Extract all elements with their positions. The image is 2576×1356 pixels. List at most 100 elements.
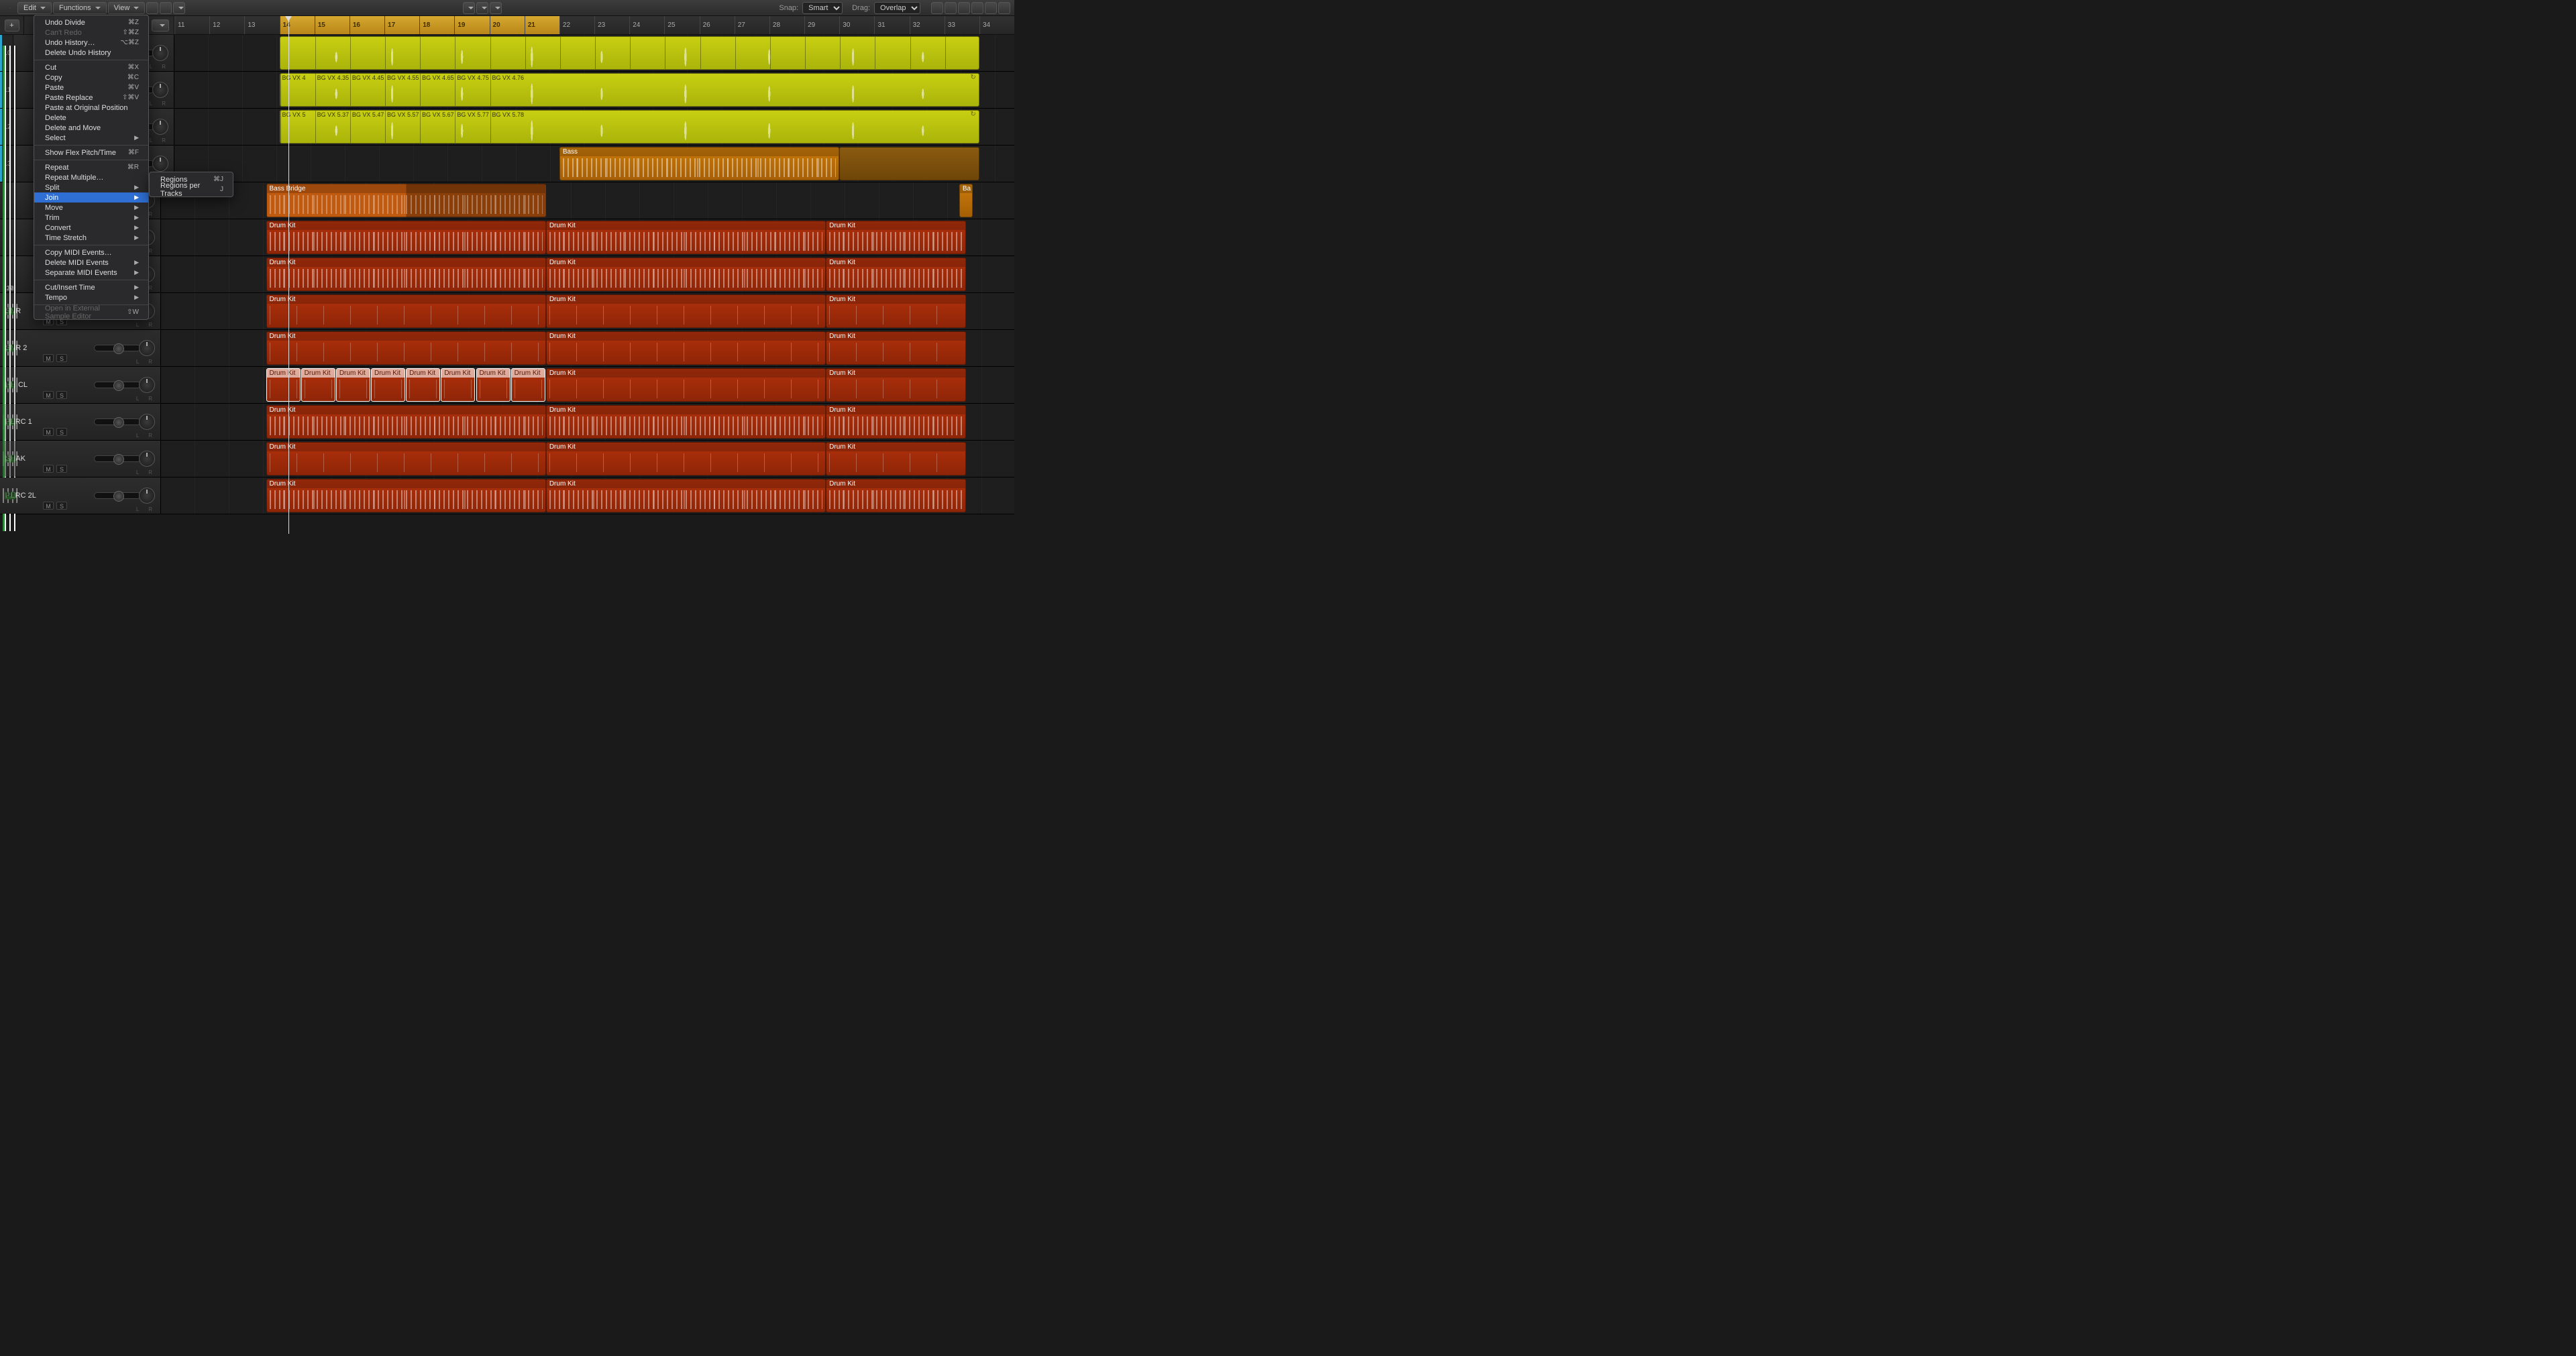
- menu-item[interactable]: Undo History…⌥⌘Z: [34, 38, 148, 48]
- region[interactable]: Drum Kit: [826, 258, 966, 291]
- region[interactable]: Drum Kit: [546, 442, 826, 475]
- menu-item[interactable]: Select▶: [34, 133, 148, 143]
- solo-button[interactable]: S: [56, 465, 67, 473]
- region[interactable]: Drum Kit: [301, 368, 335, 402]
- region-segment[interactable]: BG VX 5.47: [350, 111, 385, 143]
- volume-slider[interactable]: [94, 382, 141, 388]
- region[interactable]: Drum Kit: [546, 405, 826, 439]
- pan-knob[interactable]: [139, 414, 155, 430]
- region[interactable]: Drum Kit: [266, 479, 546, 512]
- ruler-bar-29[interactable]: 29: [804, 16, 839, 34]
- region[interactable]: Drum Kit: [826, 479, 966, 512]
- mute-button[interactable]: M: [43, 465, 54, 473]
- menu-item[interactable]: Repeat⌘R: [34, 162, 148, 172]
- menu-item[interactable]: Undo Divide⌘Z: [34, 17, 148, 27]
- region[interactable]: Drum Kit: [546, 368, 826, 402]
- track-lane[interactable]: [174, 35, 1014, 71]
- region-segment[interactable]: BG VX 4.55: [385, 74, 420, 106]
- catch-playhead[interactable]: [173, 2, 185, 14]
- ruler-bar-16[interactable]: 16: [350, 16, 384, 34]
- track-header[interactable]: PERC 1MSL R: [0, 404, 161, 440]
- vzoom-out[interactable]: [958, 2, 970, 14]
- bar-ruler[interactable]: 1112131415161718192021222324252627282930…: [174, 16, 1014, 35]
- pointer-tool[interactable]: [463, 2, 475, 14]
- ruler-bar-33[interactable]: 33: [945, 16, 979, 34]
- region[interactable]: Drum Kit: [826, 442, 966, 475]
- menu-item[interactable]: Separate MIDI Events▶: [34, 268, 148, 278]
- pan-knob[interactable]: [139, 488, 155, 504]
- ruler-bar-28[interactable]: 28: [769, 16, 804, 34]
- solo-button[interactable]: S: [56, 428, 67, 436]
- region[interactable]: Drum Kit: [546, 479, 826, 512]
- flex-toggle[interactable]: [160, 2, 172, 14]
- region-segment[interactable]: BG VX 4.65: [420, 74, 455, 106]
- region-segment[interactable]: BG VX 4.35: [315, 74, 350, 106]
- region[interactable]: BG VX 5BG VX 5.37BG VX 5.47BG VX 5.57BG …: [280, 110, 979, 144]
- region[interactable]: Drum Kit: [826, 368, 966, 402]
- region[interactable]: Drum Kit: [476, 368, 511, 402]
- menu-item[interactable]: Convert▶: [34, 223, 148, 233]
- menu-item[interactable]: Join▶: [34, 192, 148, 203]
- region[interactable]: Drum Kit: [371, 368, 405, 402]
- region[interactable]: Drum Kit: [266, 221, 546, 254]
- volume-slider[interactable]: [94, 418, 141, 425]
- menu-item[interactable]: Paste Replace⇧⌘V: [34, 93, 148, 103]
- link-button[interactable]: [931, 2, 943, 14]
- track-header[interactable]: HH CLMSL R: [0, 367, 161, 403]
- menu-item[interactable]: Delete Undo History: [34, 48, 148, 58]
- pan-knob[interactable]: [152, 82, 168, 98]
- track-lane[interactable]: BG VX 4BG VX 4.35BG VX 4.45BG VX 4.55BG …: [174, 72, 1014, 108]
- region[interactable]: Drum Kit: [826, 331, 966, 365]
- region-segment[interactable]: BG VX 4: [280, 74, 315, 106]
- region[interactable]: Drum Kit: [826, 221, 966, 254]
- menu-item[interactable]: Move▶: [34, 203, 148, 213]
- solo-button[interactable]: S: [56, 391, 67, 399]
- menu-item[interactable]: Delete and Move: [34, 123, 148, 133]
- ruler-bar-15[interactable]: 15: [315, 16, 350, 34]
- menu-view[interactable]: View: [108, 2, 146, 14]
- solo-button[interactable]: S: [56, 502, 67, 510]
- region-segment[interactable]: BG VX 5.77: [455, 111, 490, 143]
- zoom-tool[interactable]: [490, 2, 502, 14]
- pan-knob[interactable]: [139, 340, 155, 356]
- solo-button[interactable]: S: [56, 354, 67, 362]
- ruler-bar-31[interactable]: 31: [874, 16, 909, 34]
- snap-select[interactable]: Smart: [802, 2, 843, 14]
- ruler-bar-20[interactable]: 20: [490, 16, 525, 34]
- region-segment[interactable]: BG VX 4.45: [350, 74, 385, 106]
- region[interactable]: Drum Kit: [546, 221, 826, 254]
- ruler-bar-26[interactable]: 26: [700, 16, 735, 34]
- track-number[interactable]: 22: [3, 46, 16, 531]
- menu-item[interactable]: Cut⌘X: [34, 62, 148, 72]
- region[interactable]: Drum Kit: [406, 368, 440, 402]
- mute-button[interactable]: M: [43, 428, 54, 436]
- menu-item[interactable]: Repeat Multiple…: [34, 172, 148, 182]
- submenu-item[interactable]: Regions per TracksJ: [150, 184, 233, 194]
- region[interactable]: BG VX 4BG VX 4.35BG VX 4.45BG VX 4.55BG …: [280, 73, 979, 107]
- track-lane[interactable]: BG VX 5BG VX 5.37BG VX 5.47BG VX 5.57BG …: [174, 109, 1014, 145]
- region[interactable]: [839, 147, 979, 180]
- region[interactable]: Drum Kit: [266, 368, 301, 402]
- automation-toggle[interactable]: [146, 2, 158, 14]
- ruler-bar-19[interactable]: 19: [454, 16, 489, 34]
- volume-slider[interactable]: [94, 345, 141, 351]
- ruler-bar-17[interactable]: 17: [384, 16, 419, 34]
- region[interactable]: Bass Bridge: [266, 184, 546, 217]
- track-header-config[interactable]: [152, 19, 169, 32]
- ruler-bar-24[interactable]: 24: [629, 16, 664, 34]
- add-track-button[interactable]: +: [5, 19, 19, 32]
- menu-item[interactable]: Trim▶: [34, 213, 148, 223]
- menu-item[interactable]: Paste at Original Position: [34, 103, 148, 113]
- region-segment[interactable]: BG VX 5.57: [385, 111, 420, 143]
- vzoom-in[interactable]: [971, 2, 983, 14]
- hzoom-in[interactable]: [998, 2, 1010, 14]
- menu-item[interactable]: Copy⌘C: [34, 72, 148, 82]
- volume-slider[interactable]: [94, 492, 141, 499]
- menu-edit[interactable]: Edit: [17, 2, 52, 14]
- ruler-bar-32[interactable]: 32: [910, 16, 945, 34]
- region-segment[interactable]: BG VX 4.75: [455, 74, 490, 106]
- track-header[interactable]: PERC 2LMSL R: [0, 477, 161, 514]
- region[interactable]: Drum Kit: [266, 331, 546, 365]
- edit-menu[interactable]: Undo Divide⌘ZCan't Redo⇧⌘ZUndo History…⌥…: [34, 15, 149, 320]
- region[interactable]: Drum Kit: [266, 405, 546, 439]
